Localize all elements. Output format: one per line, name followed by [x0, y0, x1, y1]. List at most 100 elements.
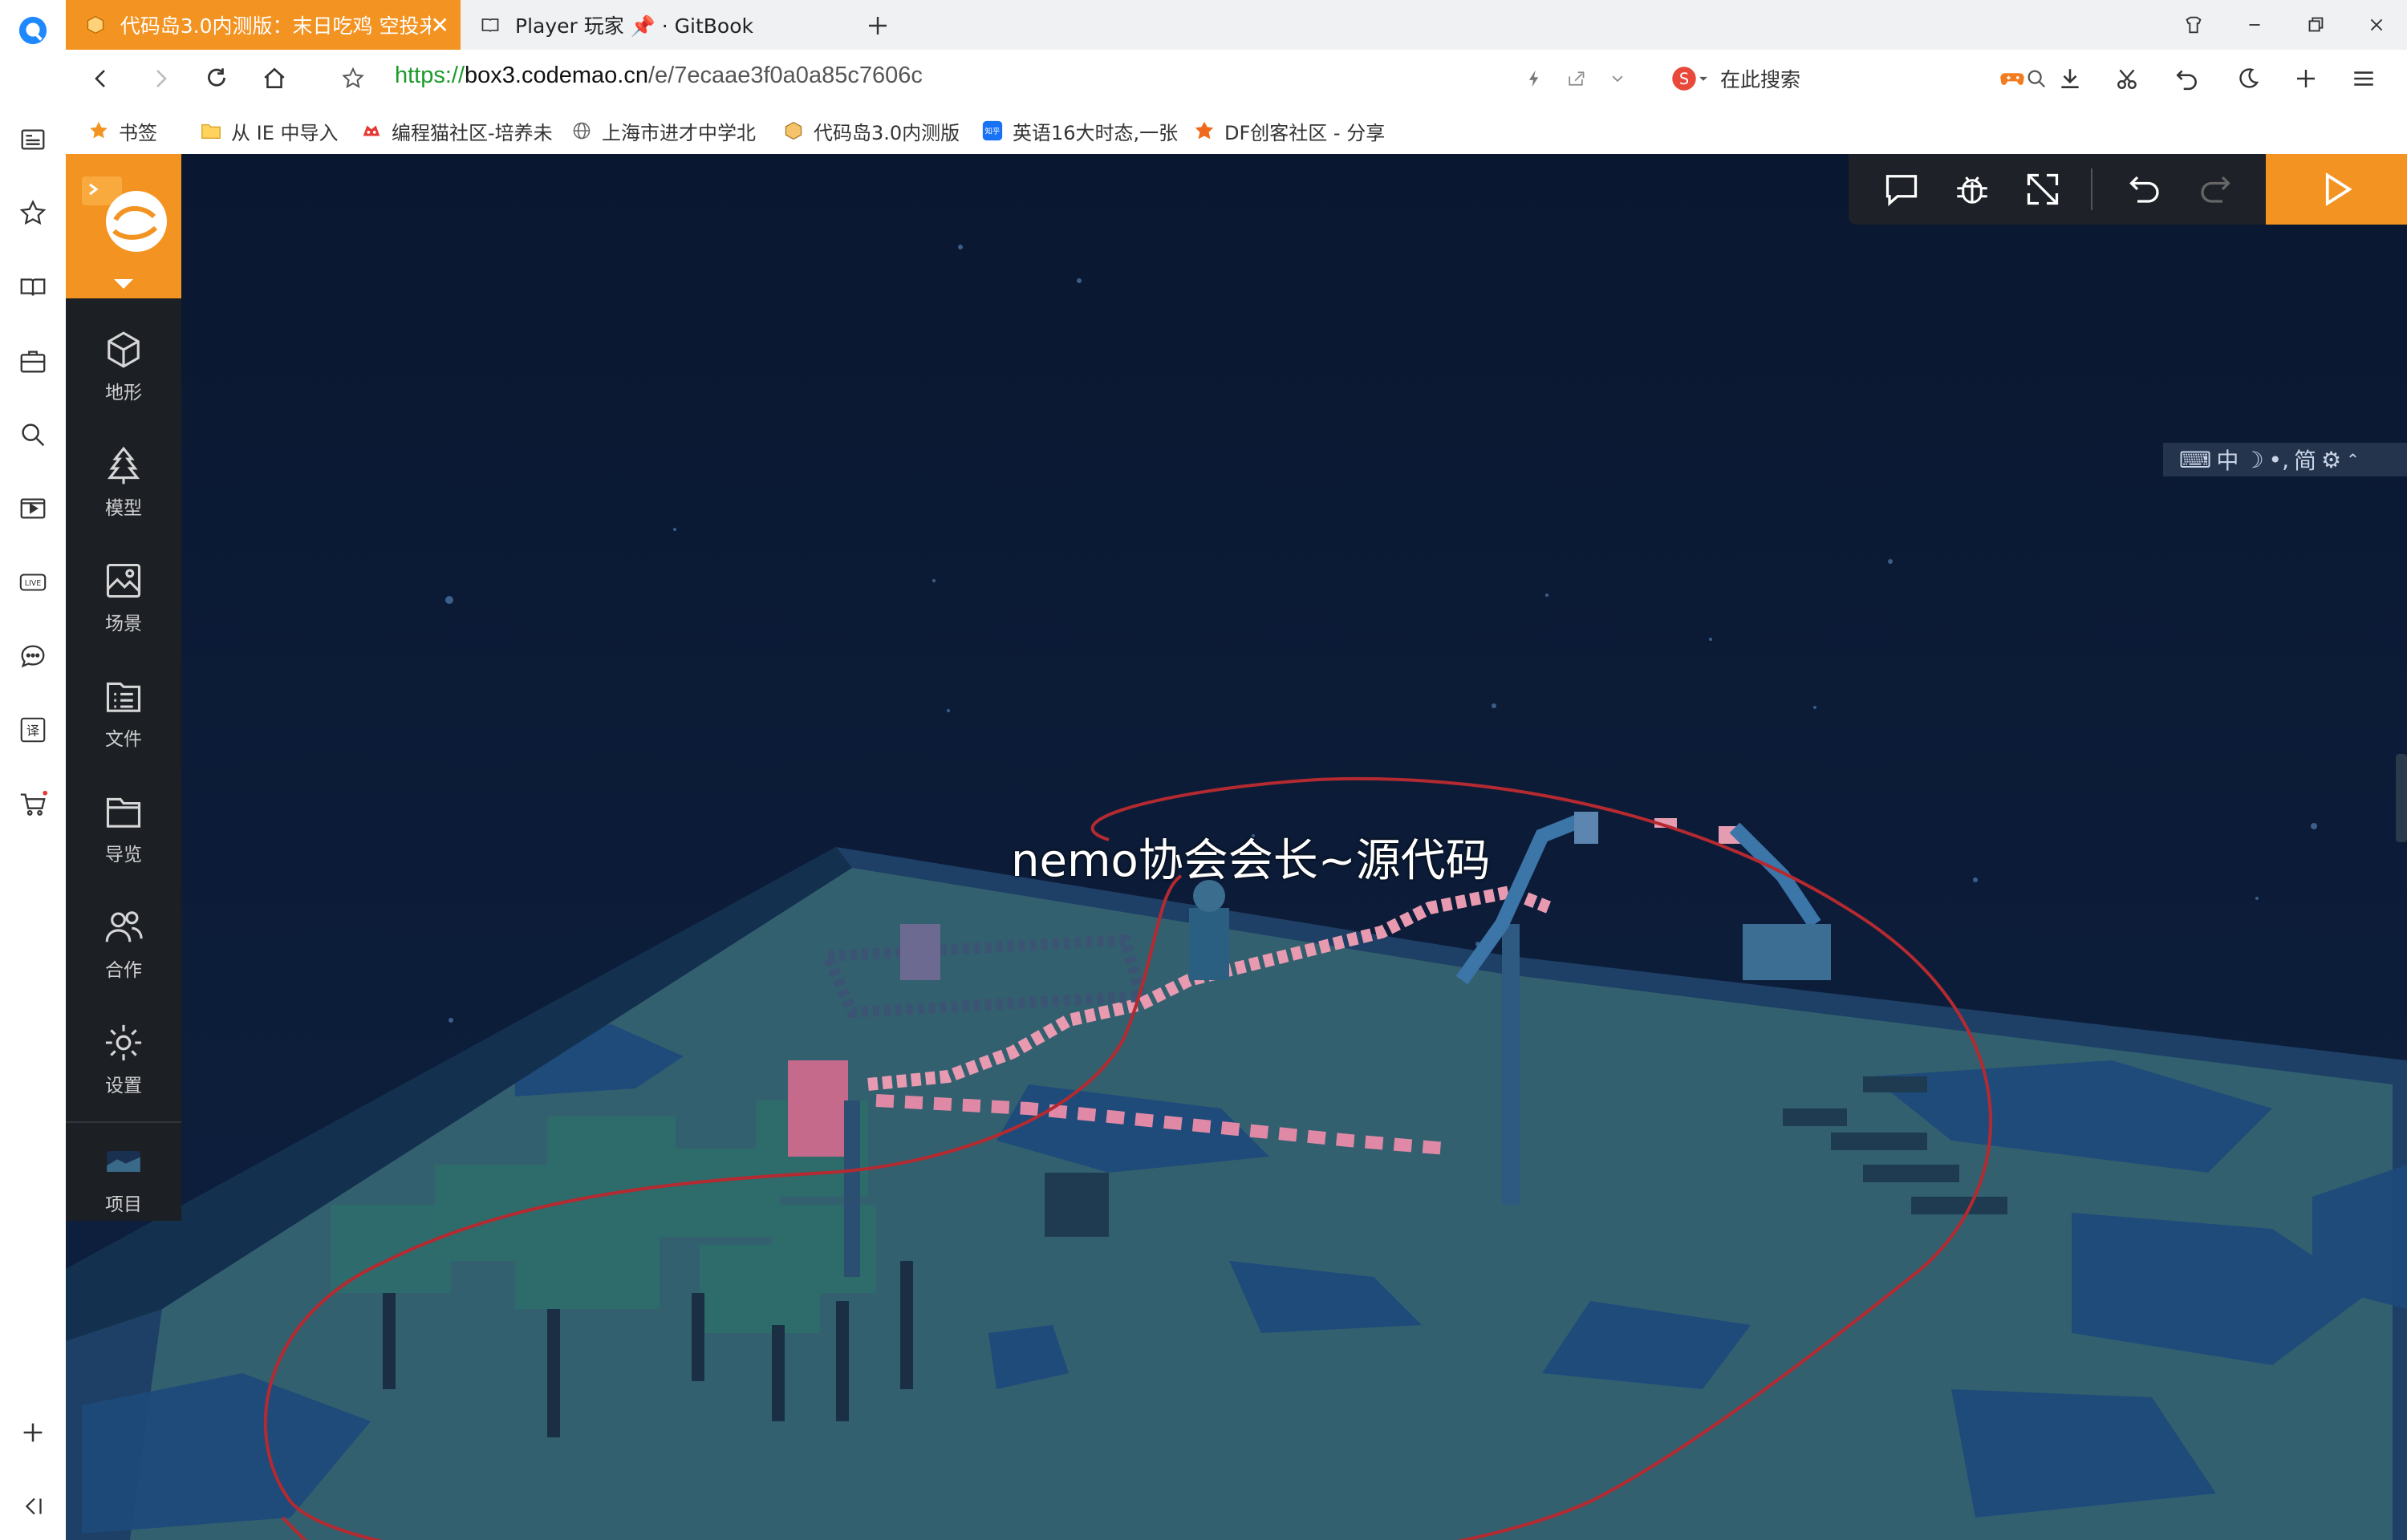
- undo-browser-icon[interactable]: [2170, 61, 2205, 96]
- collapse-sidebar-icon[interactable]: [15, 1489, 51, 1524]
- favorites-icon[interactable]: [15, 196, 51, 231]
- bookmark-item[interactable]: 从 IE 中导入: [199, 117, 339, 144]
- svg-text:译: 译: [26, 723, 39, 739]
- gear-icon: [105, 1024, 142, 1061]
- fullscreen-icon[interactable]: [2022, 168, 2064, 210]
- users-icon: [105, 911, 143, 942]
- tool-label: 设置: [105, 1076, 142, 1096]
- tab-close-icon[interactable]: ✕: [431, 12, 449, 38]
- search-icon[interactable]: [15, 417, 51, 452]
- tool-project[interactable]: 项目: [66, 1126, 181, 1230]
- menu-icon[interactable]: [2346, 61, 2381, 96]
- tab-label: 代码岛3.0内测版：末日吃鸡 空投来袭: [120, 14, 431, 38]
- codemao-icon: [359, 119, 384, 143]
- scissors-icon[interactable]: [2110, 61, 2145, 96]
- bookmark-label: 上海市进才中学北: [602, 121, 756, 144]
- dropdown-chevron-icon[interactable]: [1600, 61, 1635, 96]
- punctuation-icon[interactable]: •,: [2269, 447, 2289, 473]
- share-icon[interactable]: [1558, 61, 1593, 96]
- skin-icon[interactable]: [2163, 0, 2224, 50]
- tool-model[interactable]: 模型: [66, 430, 181, 534]
- tool-label: 模型: [105, 498, 142, 519]
- video-icon[interactable]: [15, 491, 51, 526]
- back-icon[interactable]: [83, 61, 119, 96]
- search-box[interactable]: S 在此搜索: [1670, 58, 2048, 99]
- bookmark-label: 编程猫社区-培养未: [392, 121, 553, 144]
- translate-icon[interactable]: 译: [15, 712, 51, 748]
- moon-icon[interactable]: ☽: [2243, 447, 2263, 473]
- debug-bug-icon[interactable]: [1951, 168, 1993, 210]
- gitbook-favicon-icon: [478, 13, 502, 37]
- night-mode-icon[interactable]: [2230, 61, 2266, 96]
- df-icon: [1192, 119, 1216, 143]
- tool-label: 地形: [105, 383, 142, 403]
- ime-toolbar[interactable]: ⌨ 中 ☽ •, 简 ⚙ ⌃: [2163, 443, 2407, 476]
- bookmark-item[interactable]: DF创客社区 - 分享: [1192, 117, 1385, 144]
- tab-gitbook[interactable]: Player 玩家 📌 · GitBook: [461, 0, 854, 50]
- tool-scene[interactable]: 场景: [66, 545, 181, 650]
- app-logo[interactable]: [66, 154, 181, 298]
- live-icon[interactable]: LIVE: [15, 565, 51, 600]
- side-scroll-handle[interactable]: [2396, 754, 2407, 842]
- bookmarks-bar: 书签 从 IE 中导入 编程猫社区-培养未 上海市进才中学北 代码岛3.0内测版…: [66, 107, 2407, 155]
- image-icon: [106, 563, 141, 598]
- tab-active[interactable]: 代码岛3.0内测版：末日吃鸡 空投来袭 ✕: [66, 0, 461, 50]
- url-field[interactable]: https://box3.codemao.cn/e/7ecaae3f0a0a85…: [395, 63, 923, 89]
- svg-text:S: S: [1679, 70, 1689, 88]
- chat-icon[interactable]: [1881, 168, 1922, 210]
- ime-more-icon[interactable]: ⌃: [2346, 450, 2360, 469]
- forward-icon[interactable]: [143, 61, 178, 96]
- cart-icon[interactable]: [15, 786, 51, 821]
- close-window-icon[interactable]: [2346, 0, 2407, 50]
- svg-text:LIVE: LIVE: [25, 579, 42, 588]
- folder-icon: [106, 797, 141, 828]
- tool-navigator[interactable]: 导览: [66, 776, 181, 881]
- browser-logo-icon[interactable]: [15, 13, 51, 48]
- book-icon[interactable]: [15, 270, 51, 305]
- undo-icon[interactable]: [2125, 168, 2166, 210]
- bookmark-item[interactable]: 代码岛3.0内测版: [781, 117, 960, 144]
- reader-icon[interactable]: [15, 122, 51, 157]
- run-button[interactable]: [2266, 154, 2407, 225]
- bookmark-star-icon[interactable]: [335, 61, 371, 96]
- briefcase-icon[interactable]: [15, 343, 51, 379]
- tool-label: 导览: [105, 845, 142, 865]
- url-protocol: https://: [395, 63, 465, 88]
- ime-settings-icon[interactable]: ⚙: [2321, 447, 2341, 473]
- download-icon[interactable]: [2052, 61, 2088, 96]
- redo-icon[interactable]: [2194, 168, 2235, 210]
- keyboard-icon[interactable]: ⌨: [2179, 447, 2211, 473]
- browser-sidebar: LIVE 译: [0, 0, 67, 1540]
- address-bar: https://box3.codemao.cn/e/7ecaae3f0a0a85…: [66, 50, 2407, 108]
- bookmark-item[interactable]: 上海市进才中学北: [570, 117, 756, 144]
- sogou-search-icon[interactable]: S: [1670, 65, 1698, 92]
- tool-label: 场景: [105, 614, 142, 634]
- add-tool-icon[interactable]: [2288, 61, 2324, 96]
- lightning-icon[interactable]: [1516, 61, 1552, 96]
- tab-label: Player 玩家 📌 · GitBook: [515, 14, 753, 38]
- toolbar-divider: [2091, 168, 2092, 210]
- tool-settings[interactable]: 设置: [66, 1007, 181, 1112]
- bookmark-item[interactable]: 书签: [87, 117, 157, 144]
- game-controller-icon[interactable]: [1995, 61, 2030, 96]
- home-icon[interactable]: [257, 61, 292, 96]
- tool-label: 合作: [105, 960, 142, 981]
- new-tab-icon[interactable]: [860, 8, 895, 43]
- tool-terrain[interactable]: 地形: [66, 314, 181, 419]
- ime-script[interactable]: 简: [2294, 444, 2316, 476]
- scene-viewport[interactable]: nemo协会会长~源代码: [66, 154, 2407, 1540]
- reload-icon[interactable]: [199, 61, 234, 96]
- add-icon[interactable]: [15, 1415, 51, 1450]
- engine-chevron-icon[interactable]: [1698, 73, 1709, 84]
- minimize-icon[interactable]: [2224, 0, 2285, 50]
- bookmark-item[interactable]: 知乎 英语16大时态,一张: [980, 117, 1178, 144]
- globe-icon: [570, 119, 594, 143]
- chat-bubble-icon[interactable]: [15, 638, 51, 674]
- bookmark-item[interactable]: 编程猫社区-培养未: [359, 117, 553, 144]
- file-list-icon: [106, 682, 141, 712]
- zhihu-icon: 知乎: [980, 119, 1005, 143]
- ime-mode[interactable]: 中: [2216, 444, 2239, 476]
- restore-icon[interactable]: [2285, 0, 2346, 50]
- tool-collaborate[interactable]: 合作: [66, 892, 181, 996]
- tool-file[interactable]: 文件: [66, 661, 181, 765]
